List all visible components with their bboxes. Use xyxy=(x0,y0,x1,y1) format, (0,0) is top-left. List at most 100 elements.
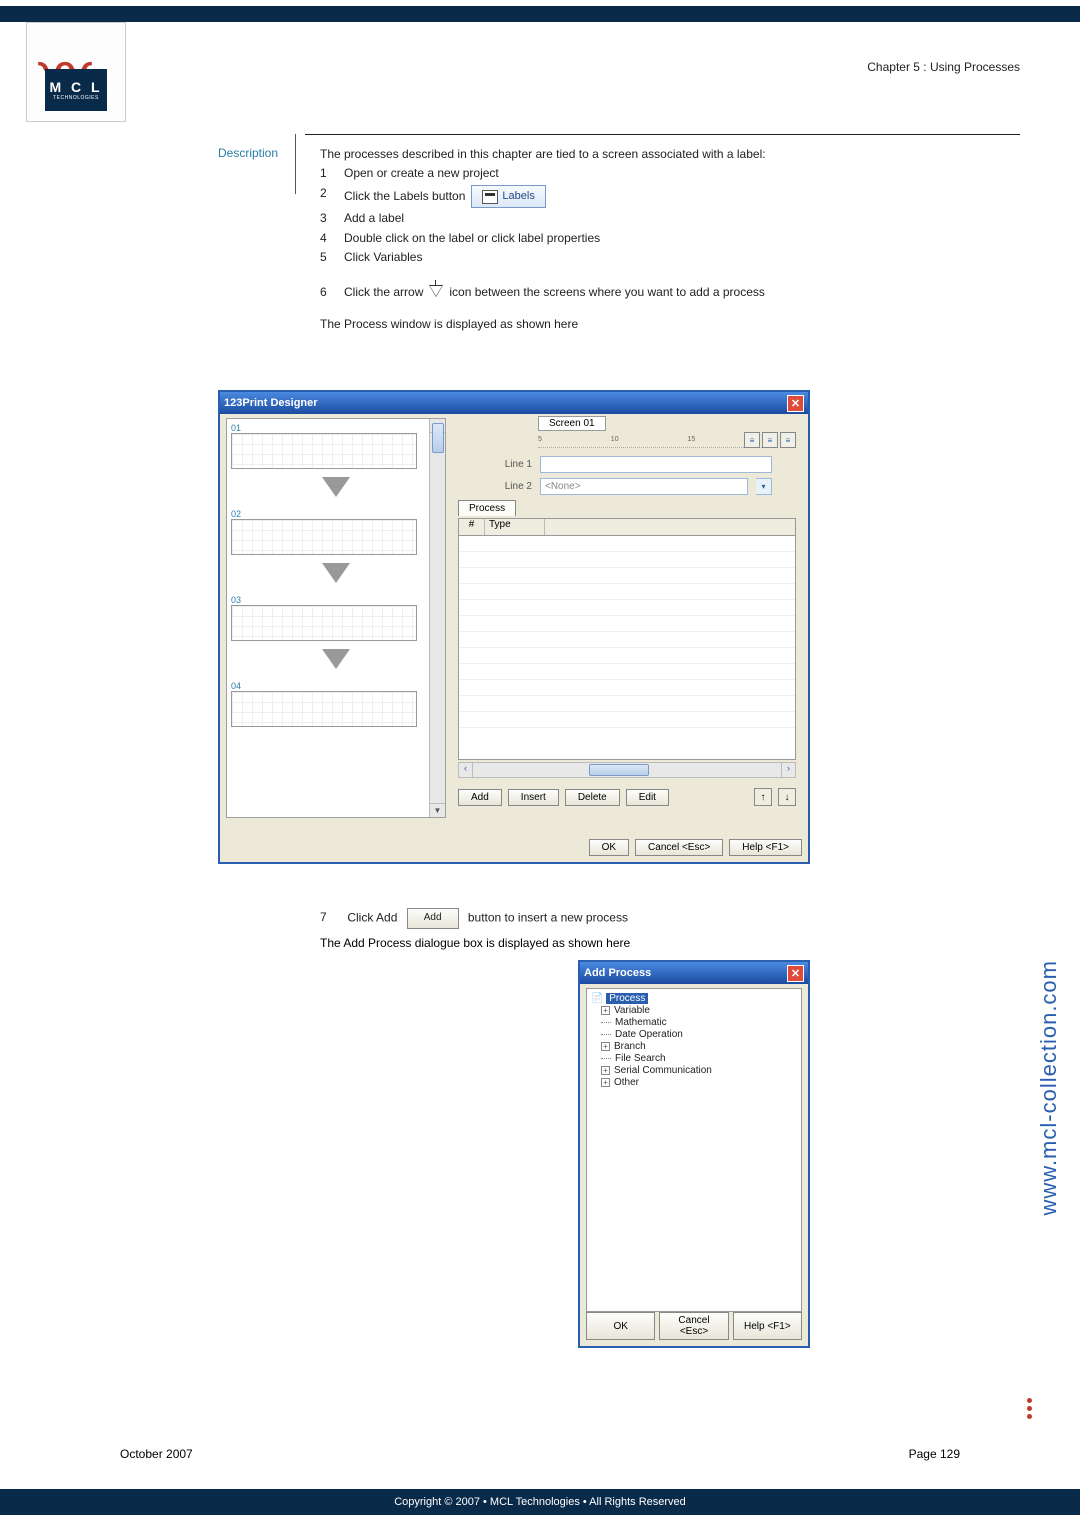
table-row[interactable] xyxy=(459,584,795,600)
process-editor-pane: Screen 01 5 10 15 20 ≡ ≡ ≡ Line 1 Line 2… xyxy=(452,418,802,818)
close-icon[interactable]: ✕ xyxy=(787,965,804,982)
cancel-button[interactable]: Cancel <Esc> xyxy=(635,839,723,856)
screen-number: 03 xyxy=(231,595,441,605)
align-right-icon[interactable]: ≡ xyxy=(780,432,796,448)
footer-page: Page 129 xyxy=(909,1447,960,1461)
expand-icon[interactable]: + xyxy=(601,1006,610,1015)
insert-button[interactable]: Insert xyxy=(508,789,559,806)
screen-number: 04 xyxy=(231,681,441,691)
edit-button[interactable]: Edit xyxy=(626,789,669,806)
add-process-caption: The Add Process dialogue box is displaye… xyxy=(320,936,630,950)
screen-number: 01 xyxy=(231,423,441,433)
process-tree[interactable]: 📄 Process +Variable Mathematic Date Oper… xyxy=(586,988,802,1312)
table-row[interactable] xyxy=(459,536,795,552)
step-text: Double click on the label or click label… xyxy=(344,230,960,247)
process-arrow-icon xyxy=(427,284,445,302)
content-divider xyxy=(305,134,1020,135)
screens-list-pane: 01 02 03 04 ▲ ▼ xyxy=(226,418,446,818)
line2-field[interactable] xyxy=(540,478,748,495)
line1-field[interactable] xyxy=(540,456,772,473)
process-arrow-icon[interactable] xyxy=(227,565,445,583)
scroll-down-icon[interactable]: ▼ xyxy=(430,803,445,817)
tree-item-label[interactable]: Variable xyxy=(614,1005,650,1016)
step-num: 3 xyxy=(320,210,344,227)
process-arrow-icon[interactable] xyxy=(227,651,445,669)
screen-thumb[interactable] xyxy=(231,605,417,641)
tree-item-label[interactable]: Branch xyxy=(614,1041,646,1052)
ruler: 5 10 15 20 xyxy=(538,436,772,448)
logo-letters: M C L xyxy=(49,79,102,95)
horizontal-scrollbar[interactable]: ‹› xyxy=(458,762,796,778)
tree-item-label[interactable]: File Search xyxy=(615,1053,666,1064)
labels-button[interactable]: Labels xyxy=(471,185,545,208)
window-titlebar: Add Process ✕ xyxy=(580,962,808,984)
table-row[interactable] xyxy=(459,696,795,712)
window-titlebar: 123Print Designer ✕ xyxy=(220,392,808,414)
screen-thumb[interactable] xyxy=(231,519,417,555)
move-up-icon[interactable]: ↑ xyxy=(754,788,772,806)
chevron-down-icon[interactable]: ▾ xyxy=(756,478,772,495)
main-content: The processes described in this chapter … xyxy=(320,146,960,334)
dialog-buttons: OK Cancel <Esc> Help <F1> xyxy=(452,839,802,856)
ok-button[interactable]: OK xyxy=(586,1312,655,1340)
expand-icon[interactable]: + xyxy=(601,1042,610,1051)
col-type: Type xyxy=(485,519,545,535)
step-num: 5 xyxy=(320,249,344,266)
tree-item-label[interactable]: Serial Communication xyxy=(614,1065,712,1076)
align-toolbar: ≡ ≡ ≡ xyxy=(744,432,796,448)
process-grid[interactable] xyxy=(458,536,796,760)
tree-item-label[interactable]: Mathematic xyxy=(615,1017,667,1028)
brand-logo: 〰 M C L TECHNOLOGIES xyxy=(26,22,126,122)
scroll-thumb[interactable] xyxy=(589,764,649,776)
scroll-left-icon[interactable]: ‹ xyxy=(459,763,473,777)
table-row[interactable] xyxy=(459,552,795,568)
step-text: Open or create a new project xyxy=(344,165,960,182)
page-top-band xyxy=(0,6,1080,22)
step7: 7 Click Add Add button to insert a new p… xyxy=(320,908,960,929)
delete-button[interactable]: Delete xyxy=(565,789,620,806)
scroll-thumb[interactable] xyxy=(432,423,444,453)
screen-thumb[interactable] xyxy=(231,691,417,727)
align-center-icon[interactable]: ≡ xyxy=(762,432,778,448)
screen-thumb[interactable] xyxy=(231,433,417,469)
tree-root[interactable]: Process xyxy=(606,993,648,1004)
ok-button[interactable]: OK xyxy=(589,839,629,856)
line2-label: Line 2 xyxy=(484,481,532,492)
add-process-dialog: Add Process ✕ 📄 Process +Variable Mathem… xyxy=(578,960,810,1348)
tree-item-label[interactable]: Other xyxy=(614,1077,639,1088)
help-button[interactable]: Help <F1> xyxy=(729,839,802,856)
intro-text: The processes described in this chapter … xyxy=(320,146,960,163)
table-row[interactable] xyxy=(459,632,795,648)
process-arrow-icon[interactable] xyxy=(227,479,445,497)
expand-icon[interactable]: + xyxy=(601,1066,610,1075)
screen-label: Screen 01 xyxy=(538,416,606,431)
screen-number: 02 xyxy=(231,509,441,519)
table-row[interactable] xyxy=(459,648,795,664)
table-row[interactable] xyxy=(459,616,795,632)
tab-process[interactable]: Process xyxy=(458,500,516,516)
table-row[interactable] xyxy=(459,664,795,680)
table-row[interactable] xyxy=(459,712,795,728)
step-text: Click the arrowicon between the screens … xyxy=(344,284,960,302)
scroll-right-icon[interactable]: › xyxy=(781,763,795,777)
step-num: 7 xyxy=(320,909,344,926)
align-left-icon[interactable]: ≡ xyxy=(744,432,760,448)
process-window-caption: The Process window is displayed as shown… xyxy=(320,316,960,333)
add-button[interactable]: Add xyxy=(458,789,502,806)
cancel-button[interactable]: Cancel <Esc> xyxy=(659,1312,728,1340)
inline-add-button[interactable]: Add xyxy=(407,908,459,929)
vertical-scrollbar[interactable]: ▲ ▼ xyxy=(429,419,445,817)
expand-icon[interactable]: + xyxy=(601,1078,610,1087)
move-down-icon[interactable]: ↓ xyxy=(778,788,796,806)
table-row[interactable] xyxy=(459,568,795,584)
logo-subtext: TECHNOLOGIES xyxy=(53,95,99,101)
print-designer-window: 123Print Designer ✕ 01 02 03 04 ▲ ▼ Scre… xyxy=(218,390,810,864)
table-row[interactable] xyxy=(459,600,795,616)
step-text: Add a label xyxy=(344,210,960,227)
process-grid-header: #Type xyxy=(458,518,796,536)
tree-item-label[interactable]: Date Operation xyxy=(615,1029,683,1040)
table-row[interactable] xyxy=(459,680,795,696)
step-text: Click the Labels buttonLabels xyxy=(344,185,960,208)
close-icon[interactable]: ✕ xyxy=(787,395,804,412)
help-button[interactable]: Help <F1> xyxy=(733,1312,802,1340)
